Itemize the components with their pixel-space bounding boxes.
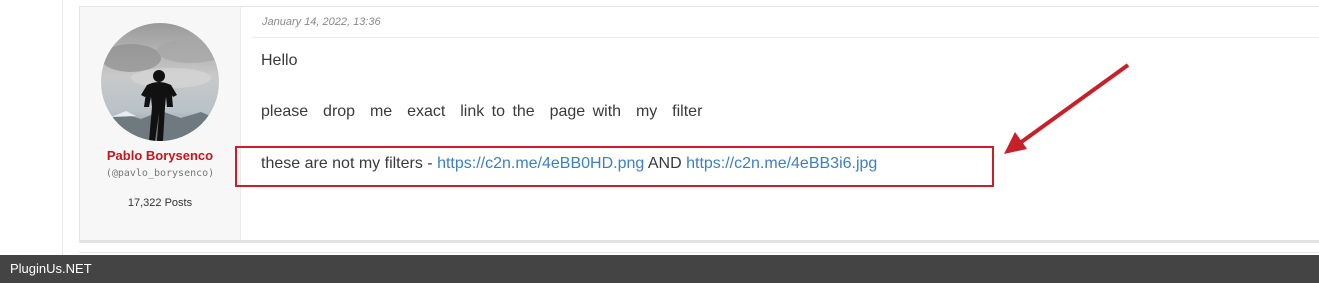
forum-page: Pablo Borysenco (@pavlo_borysenco) 17,32…	[0, 0, 1319, 283]
annotation-arrow-icon	[1004, 63, 1130, 154]
footer-brand[interactable]: PluginUs.NET	[10, 261, 92, 276]
footer-bar: PluginUs.NET	[0, 255, 1319, 283]
